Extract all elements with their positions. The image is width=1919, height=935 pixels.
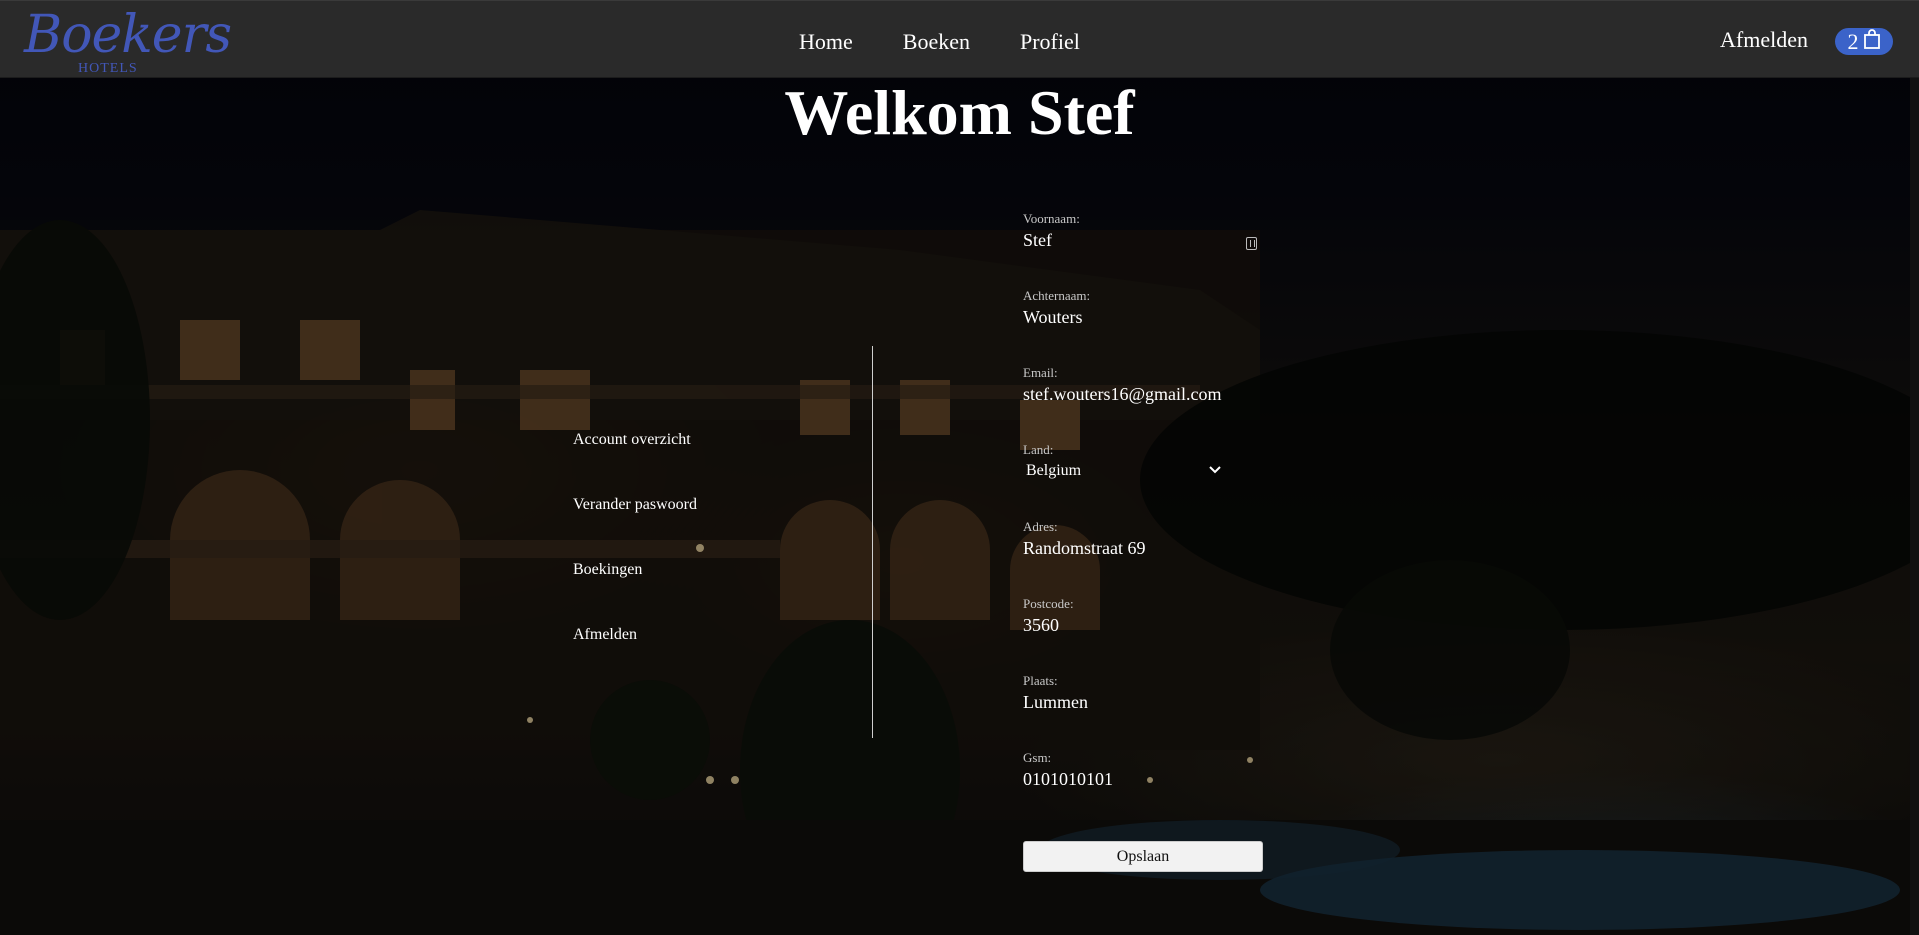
email-input[interactable] <box>1023 382 1253 406</box>
city-input[interactable] <box>1023 690 1253 714</box>
vertical-divider <box>872 346 873 738</box>
country-select[interactable]: Belgium <box>1023 459 1223 483</box>
autofill-key-icon[interactable] <box>1246 237 1257 250</box>
page-scrollbar[interactable] <box>1910 78 1919 935</box>
first-name-input[interactable] <box>1023 228 1253 252</box>
postcode-field: Postcode: <box>1023 595 1263 672</box>
profile-form: Voornaam: Achternaam: Email: Land: Belgi… <box>1023 210 1263 826</box>
first-name-field: Voornaam: <box>1023 210 1263 287</box>
phone-field: Gsm: <box>1023 749 1263 826</box>
shopping-bag-icon <box>1863 28 1881 55</box>
cart-button[interactable]: 2 <box>1835 28 1893 55</box>
main-nav: Home Boeken Profiel <box>799 29 1080 55</box>
brand-logo-subtext: HOTELS <box>78 61 138 76</box>
navbar: Boekers HOTELS Home Boeken Profiel Afmel… <box>0 0 1919 78</box>
page-title: Welkom Stef <box>784 77 1135 148</box>
nav-home-link[interactable]: Home <box>799 29 853 55</box>
nav-book-link[interactable]: Boeken <box>903 29 970 55</box>
nav-profile-link[interactable]: Profiel <box>1020 29 1080 55</box>
brand-logo-text: Boekers <box>24 5 232 65</box>
side-menu-change-password[interactable]: Verander paswoord <box>573 496 697 561</box>
side-menu-account-overview[interactable]: Account overzicht <box>573 431 697 496</box>
last-name-input[interactable] <box>1023 305 1253 329</box>
address-input[interactable] <box>1023 536 1253 560</box>
last-name-field: Achternaam: <box>1023 287 1263 364</box>
cart-count: 2 <box>1847 28 1859 54</box>
address-field: Adres: <box>1023 518 1263 595</box>
save-button[interactable]: Opslaan <box>1023 841 1263 872</box>
first-name-label: Voornaam: <box>1023 211 1080 226</box>
country-selected-value: Belgium <box>1026 462 1082 479</box>
account-side-menu: Account overzicht Verander paswoord Boek… <box>573 431 697 691</box>
address-label: Adres: <box>1023 519 1058 534</box>
postcode-input[interactable] <box>1023 613 1253 637</box>
last-name-label: Achternaam: <box>1023 288 1091 303</box>
side-menu-logout[interactable]: Afmelden <box>573 626 697 691</box>
email-label: Email: <box>1023 365 1058 380</box>
brand-logo[interactable]: Boekers HOTELS <box>24 5 232 77</box>
nav-logout-link[interactable]: Afmelden <box>1720 27 1808 53</box>
phone-label: Gsm: <box>1023 750 1052 765</box>
side-menu-bookings[interactable]: Boekingen <box>573 561 697 626</box>
country-label: Land: <box>1023 442 1054 457</box>
chevron-down-icon <box>1209 463 1221 479</box>
city-label: Plaats: <box>1023 673 1058 688</box>
country-field: Land: Belgium <box>1023 441 1263 518</box>
phone-input[interactable] <box>1023 767 1253 791</box>
city-field: Plaats: <box>1023 672 1263 749</box>
postcode-label: Postcode: <box>1023 596 1074 611</box>
email-field: Email: <box>1023 364 1263 441</box>
